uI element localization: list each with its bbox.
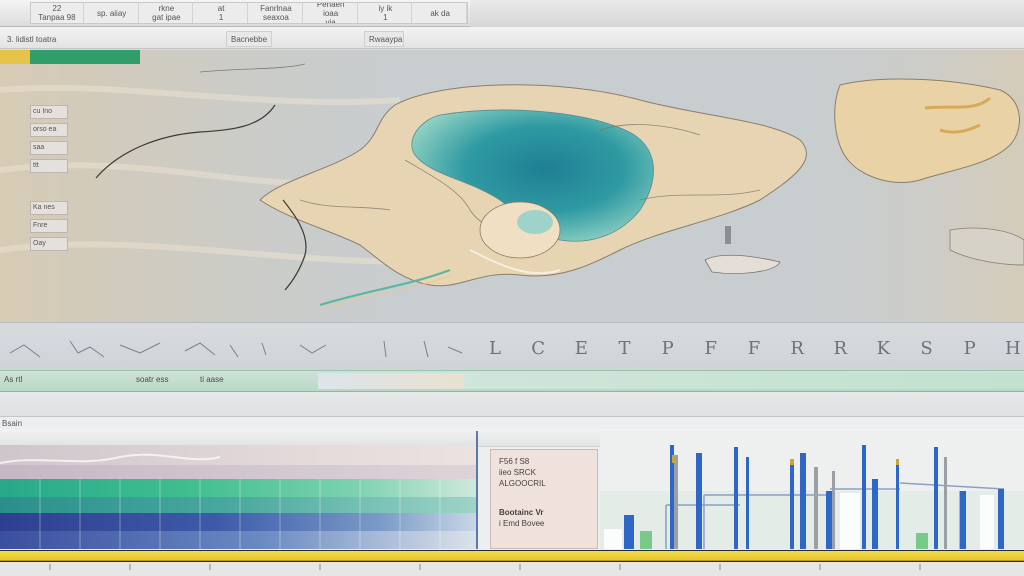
tab-layer-c[interactable]: Rwaaypa (364, 31, 404, 47)
ruler-label: R (833, 337, 848, 359)
heatmap-grid (0, 453, 441, 549)
layer-chip[interactable]: orso ea (30, 123, 68, 137)
timeline-tick-marks (49, 564, 921, 570)
bar-chart-canvas (600, 431, 1024, 549)
layer-chip[interactable]: Oay (30, 237, 68, 251)
legend-card: F56 f S8 iieo SRCK ALGOOCRIL Bootainc Vr… (490, 449, 598, 549)
map-viewport[interactable]: cu Ino orso ea saa ttt Ka nes Fnre Oay (0, 50, 1024, 322)
ruler-labels: L C E T P F F R R K S P H (484, 337, 1024, 359)
status-text: soatr ess (136, 375, 169, 384)
active-layer-indicator (0, 50, 140, 64)
timeline-track[interactable] (0, 551, 1024, 561)
menu-item[interactable]: 22 Tanpaa 98 (31, 3, 84, 23)
ruler-label: F (747, 337, 761, 359)
menu-item[interactable]: sp. aiiay (86, 3, 139, 23)
menu-item[interactable]: iy ik 1 (360, 3, 413, 23)
timeline-ticks (0, 562, 1024, 576)
ruler-label: R (790, 337, 804, 359)
panel-title: Bsain (2, 419, 23, 428)
menu-bar: 22 Tanpaa 98 sp. aiiay rkne gat ipae at … (0, 0, 1024, 27)
layer-chip[interactable]: ttt (30, 159, 68, 173)
legend-row: ALGOOCRIL (499, 479, 546, 488)
layer-chip[interactable]: saa (30, 141, 68, 155)
heatmap-view[interactable] (0, 445, 476, 549)
panel-divider[interactable] (476, 431, 478, 549)
layer-chip[interactable]: Fnre (30, 219, 68, 233)
toolbar-empty-area (470, 0, 1024, 27)
legend-row: Bootainc Vr (499, 508, 544, 517)
menu-item[interactable]: Penaen ioaa via (305, 3, 358, 23)
panel-separator (0, 392, 1024, 416)
timeline[interactable] (0, 550, 1024, 576)
ruler-label: S (920, 337, 933, 359)
bar-chart-view[interactable] (600, 431, 1024, 549)
ruler-label: H (1005, 337, 1021, 359)
map-canvas (0, 50, 1024, 322)
ruler-label: T (618, 337, 631, 359)
ruler-label: C (531, 337, 546, 359)
ruler-label: E (574, 337, 588, 359)
ruler-label: P (963, 337, 976, 359)
menu-item[interactable]: ak da (414, 3, 467, 23)
layer-chip[interactable]: cu Ino (30, 105, 68, 119)
analysis-panel: Bsain F56 f S8 iieo SRCK ALGOOCRIL Boota… (0, 416, 1024, 552)
legend-row: i Emd Bovee (499, 519, 545, 528)
status-field (318, 373, 464, 389)
menu-item[interactable]: rkne gat ipae (141, 3, 194, 23)
legend-row: F56 f S8 (499, 457, 530, 466)
menu: 22 Tanpaa 98 sp. aiiay rkne gat ipae at … (30, 2, 468, 24)
ruler-label: P (661, 337, 674, 359)
coordinate-ruler: L C E T P F F R R K S P H (0, 322, 1024, 370)
layer-swatch-yellow (0, 50, 30, 64)
layer-chip[interactable]: Ka nes (30, 201, 68, 215)
legend-row: iieo SRCK (499, 468, 536, 477)
menu-item[interactable]: at 1 (195, 3, 248, 23)
ruler-label: K (876, 337, 891, 359)
ruler-label: L (489, 337, 501, 359)
tab-layer-title[interactable]: 3. lidistl toatra (2, 31, 72, 47)
tab-layer-b[interactable]: Bacnebbe (226, 31, 272, 47)
status-text: As rtl (4, 375, 23, 384)
map-pin-icon[interactable] (725, 226, 731, 244)
map-layer-chips: cu Ino orso ea saa ttt Ka nes Fnre Oay (30, 105, 70, 255)
menu-item[interactable]: Fanrlnaa seaxoa (250, 3, 303, 23)
status-bar: As rtl soatr ess ti aase (0, 370, 1024, 392)
layer-swatch-green (30, 50, 140, 64)
status-progress (464, 373, 1024, 389)
status-text: ti aase (200, 375, 224, 384)
ruler-label: F (704, 337, 718, 359)
layer-tab-row: 3. lidistl toatra Bacnebbe Rwaaypa (0, 27, 1024, 49)
